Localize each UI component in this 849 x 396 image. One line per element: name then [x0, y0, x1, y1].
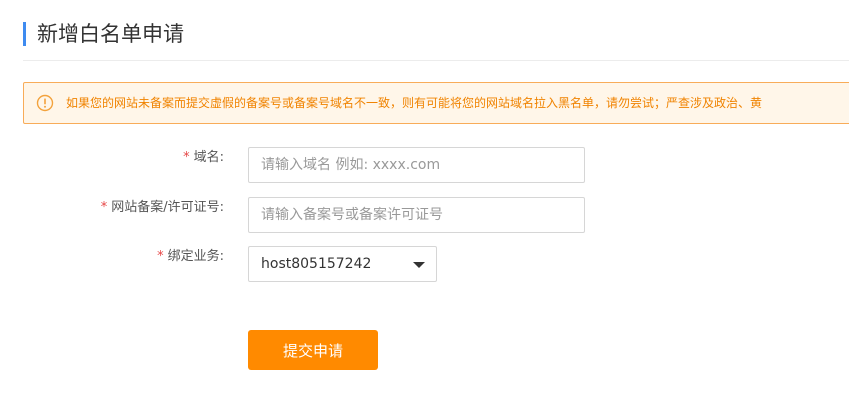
page-header: 新增白名单申请 [23, 16, 849, 61]
caret-down-icon [413, 262, 425, 268]
icp-label-text: 网站备案/许可证号: [111, 200, 224, 215]
domain-label-text: 域名: [193, 150, 224, 165]
icp-row: * 网站备案/许可证号: [0, 197, 849, 233]
submit-application-button[interactable]: 提交申请 [248, 330, 378, 370]
title-accent-bar [23, 22, 26, 46]
page-title: 新增白名单申请 [37, 22, 184, 46]
icp-number-input[interactable] [248, 197, 585, 233]
warning-circle-icon [36, 94, 54, 112]
service-label-text: 绑定业务: [167, 249, 224, 264]
required-mark: * [183, 150, 190, 165]
service-select[interactable]: host805157242 [248, 246, 437, 282]
notice-text: 如果您的网站未备案而提交虚假的备案号或备案号域名不一致，则有可能将您的网站域名拉… [66, 96, 763, 110]
domain-input[interactable] [248, 147, 585, 183]
required-mark: * [100, 200, 108, 215]
service-select-value: host805157242 [261, 256, 372, 272]
service-label: * 绑定业务: [157, 246, 224, 268]
domain-row: * 域名: [0, 147, 849, 183]
required-mark: * [157, 249, 164, 264]
service-row: * 绑定业务: host805157242 [0, 246, 849, 282]
warning-notice: 如果您的网站未备案而提交虚假的备案号或备案号域名不一致，则有可能将您的网站域名拉… [23, 82, 849, 124]
icp-label: * 网站备案/许可证号: [101, 197, 224, 219]
domain-label: * 域名: [183, 147, 224, 169]
